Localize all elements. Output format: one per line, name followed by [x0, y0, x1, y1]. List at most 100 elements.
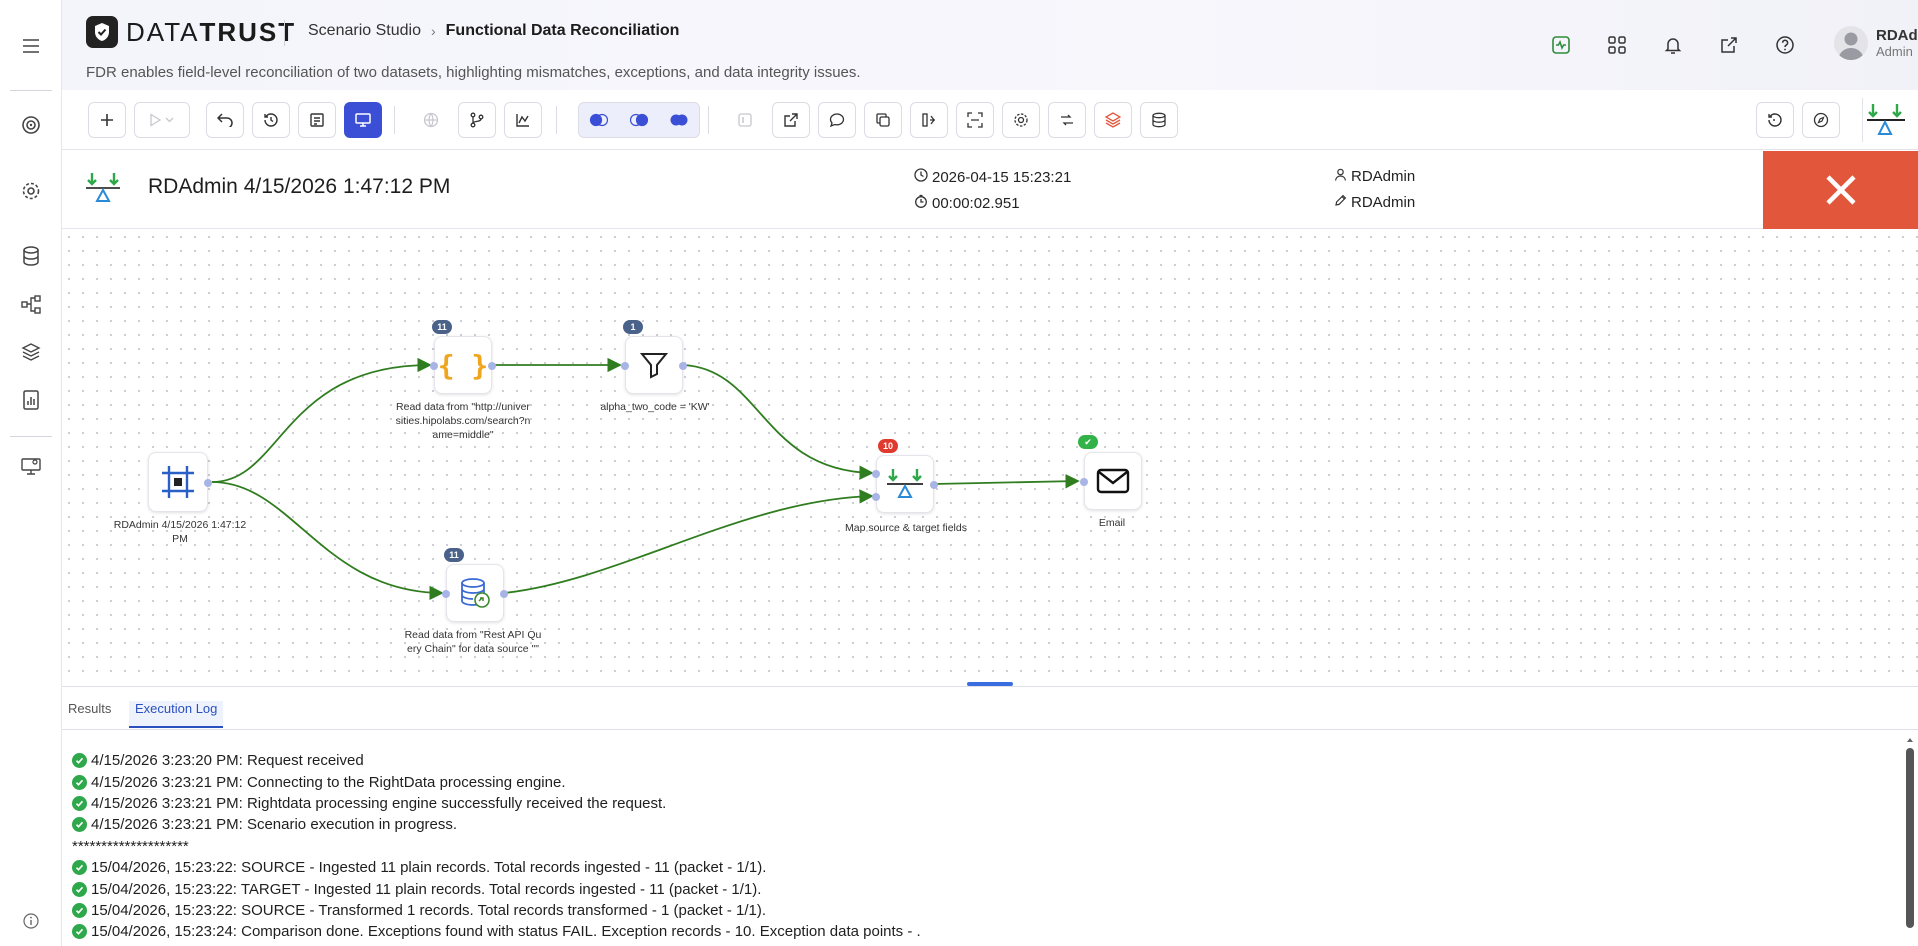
join-inner-icon[interactable]	[619, 103, 659, 137]
flow-canvas[interactable]: RDAdmin 4/15/2026 1:47:12 PM 11 { } Read…	[62, 230, 1918, 682]
tab-execution-log[interactable]: Execution Log	[129, 701, 224, 728]
split-icon[interactable]	[910, 102, 948, 138]
exception-count-badge: 10	[878, 439, 899, 453]
database-stack-icon[interactable]	[1140, 102, 1178, 138]
brand-logo[interactable]: DATATRUST	[86, 16, 296, 48]
apps-grid-icon[interactable]	[1604, 32, 1630, 58]
scan-icon[interactable]	[956, 102, 994, 138]
copy-icon[interactable]	[864, 102, 902, 138]
join-left-icon[interactable]	[579, 103, 619, 137]
record-count-badge: 11	[444, 548, 464, 562]
page-title: Functional Data Reconciliation	[445, 22, 680, 39]
edge-filter-to-map	[683, 364, 874, 480]
first-page-icon[interactable]	[726, 102, 764, 138]
activity-icon[interactable]	[1548, 32, 1574, 58]
user-menu[interactable]: RDAdmin Admin	[1834, 26, 1918, 60]
modified-by: RDAdmin	[1334, 194, 1415, 211]
log-line: 4/15/2026 3:23:20 PM: Request received	[72, 750, 1892, 771]
breadcrumb: Scenario Studio › Functional Data Reconc…	[308, 22, 679, 40]
close-icon	[1825, 175, 1856, 205]
input-port[interactable]	[1080, 478, 1088, 486]
run-duration: 00:00:02.951	[914, 194, 1020, 212]
input-port[interactable]	[621, 362, 629, 370]
undo-icon[interactable]	[206, 102, 244, 138]
clock-icon	[914, 168, 928, 186]
input-port[interactable]	[442, 590, 450, 598]
run-dropdown[interactable]	[134, 102, 190, 138]
log-line: 15/04/2026, 15:23:22: SOURCE - Ingested …	[72, 857, 1892, 878]
breadcrumb-scenario-studio[interactable]: Scenario Studio	[308, 22, 421, 40]
external-link-icon[interactable]	[1716, 32, 1742, 58]
globe-icon[interactable]	[412, 102, 450, 138]
layers-icon[interactable]	[18, 339, 44, 365]
report-icon[interactable]	[18, 387, 44, 413]
log-scrollbar[interactable]	[1906, 736, 1914, 936]
tab-results[interactable]: Results	[68, 701, 111, 716]
scrollbar-thumb[interactable]	[1906, 748, 1914, 928]
reconcile-icon	[84, 171, 122, 212]
branch-icon[interactable]	[458, 102, 496, 138]
check-circle-icon	[72, 774, 87, 790]
help-icon[interactable]	[1772, 32, 1798, 58]
output-port[interactable]	[500, 590, 508, 598]
execution-log: 4/15/2026 3:23:20 PM: Request received 4/…	[72, 750, 1892, 943]
compass-icon[interactable]	[1802, 102, 1840, 138]
input-port[interactable]	[430, 362, 438, 370]
brand-name: DATATRUST	[126, 16, 297, 47]
header-actions	[1548, 32, 1798, 58]
check-circle-icon	[72, 860, 87, 876]
db-read-node[interactable]	[442, 564, 508, 622]
output-port[interactable]	[930, 481, 938, 489]
braces-icon: { }	[437, 348, 489, 382]
user-role: Admin	[1876, 44, 1913, 59]
monitor-view-icon[interactable]	[344, 102, 382, 138]
start-node-label: RDAdmin 4/15/2026 1:47:12 PM	[113, 519, 247, 545]
run-title: RDAdmin 4/15/2026 1:47:12 PM	[148, 175, 451, 198]
start-node[interactable]	[148, 452, 212, 512]
clipboard-icon[interactable]	[298, 102, 336, 138]
monitor-icon[interactable]	[18, 453, 44, 479]
gear-icon[interactable]	[18, 178, 44, 204]
input-port-target[interactable]	[872, 493, 880, 501]
database-icon[interactable]	[18, 243, 44, 269]
input-port-source[interactable]	[872, 470, 880, 478]
scroll-up-icon[interactable]	[1906, 736, 1914, 744]
transform-icon[interactable]	[1048, 102, 1086, 138]
history-icon[interactable]	[252, 102, 290, 138]
json-read-node[interactable]: { }	[430, 336, 496, 394]
log-text: 4/15/2026 3:23:20 PM: Request received	[91, 752, 364, 770]
add-icon[interactable]	[88, 102, 126, 138]
map-fields-node-label: Map source & target fields	[845, 522, 967, 534]
email-node-label: Email	[1098, 517, 1126, 529]
close-button[interactable]	[1763, 151, 1918, 229]
layers-stack-icon[interactable]	[1094, 102, 1132, 138]
log-text: 15/04/2026, 15:23:22: SOURCE - Transform…	[91, 901, 767, 919]
frame-icon	[162, 466, 194, 498]
output-port[interactable]	[204, 479, 212, 487]
filter-node[interactable]	[621, 336, 687, 394]
record-count-badge: 11	[432, 320, 452, 334]
target-icon[interactable]	[18, 112, 44, 138]
rail-divider	[10, 90, 52, 91]
reload-history-icon[interactable]	[1756, 102, 1794, 138]
bell-icon[interactable]	[1660, 32, 1686, 58]
share-nodes-icon[interactable]	[18, 291, 44, 317]
log-line: 4/15/2026 3:23:21 PM: Connecting to the …	[72, 771, 1892, 792]
output-port[interactable]	[488, 362, 496, 370]
settings-icon[interactable]	[1002, 102, 1040, 138]
reconcile-mode-icon[interactable]	[1862, 98, 1908, 142]
info-icon[interactable]	[18, 908, 44, 934]
export-icon[interactable]	[772, 102, 810, 138]
edge-map-to-email	[933, 474, 1080, 489]
map-fields-node[interactable]	[872, 455, 938, 513]
stopwatch-icon	[914, 194, 928, 212]
log-text: ********************	[72, 837, 189, 855]
comment-icon[interactable]	[818, 102, 856, 138]
output-port[interactable]	[679, 362, 687, 370]
record-count-badge: 1	[623, 320, 643, 334]
menu-icon[interactable]	[18, 33, 44, 59]
email-node[interactable]	[1080, 452, 1142, 510]
chart-line-icon[interactable]	[504, 102, 542, 138]
join-full-icon[interactable]	[659, 103, 699, 137]
envelope-icon	[1096, 468, 1130, 494]
